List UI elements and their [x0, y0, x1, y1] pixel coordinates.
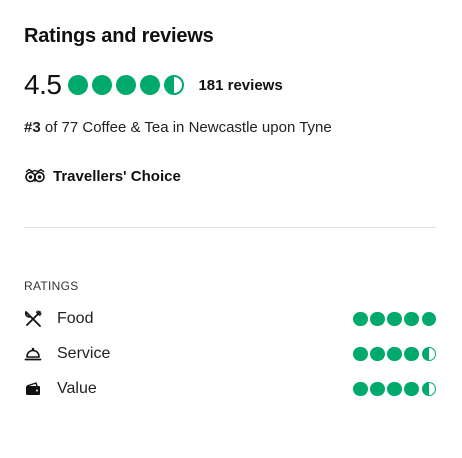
- travellers-choice-label: Travellers' Choice: [53, 167, 181, 185]
- rating-bubble: [116, 75, 137, 95]
- rating-bubble: [68, 75, 89, 95]
- rating-bubble: [353, 311, 368, 327]
- rating-bubble: [404, 381, 419, 397]
- food-bubble-rating: [351, 311, 436, 327]
- divider: [24, 227, 436, 228]
- value-bubble-rating: [351, 381, 436, 397]
- overall-bubble-rating: [68, 75, 188, 95]
- overall-rating: 4.5 181 reviews: [24, 69, 436, 101]
- ranking-text[interactable]: #3 of 77 Coffee & Tea in Newcastle upon …: [24, 118, 436, 138]
- rating-label: Service: [57, 345, 111, 362]
- travellers-choice-badge: Travellers' Choice: [24, 165, 436, 187]
- rating-row-food: Food: [24, 307, 436, 331]
- service-bubble-rating: [351, 346, 436, 362]
- utensils-icon: [24, 310, 42, 328]
- rating-row-value: Value: [24, 377, 436, 401]
- rating-bubble: [370, 311, 385, 327]
- rating-bubble: [404, 346, 419, 362]
- section-title: Ratings and reviews: [24, 25, 214, 47]
- rating-bubble: [140, 75, 161, 95]
- rating-bubble: [387, 311, 402, 327]
- rating-bubble: [421, 346, 436, 362]
- wallet-icon: [24, 380, 42, 398]
- rating-bubble: [387, 381, 402, 397]
- rating-bubble: [353, 381, 368, 397]
- bell-icon: [24, 345, 42, 363]
- rating-bubble: [370, 346, 385, 362]
- owl-icon: [24, 168, 46, 184]
- overall-score: 4.5: [24, 69, 62, 100]
- rating-label: Food: [57, 310, 94, 327]
- rating-bubble: [404, 311, 419, 327]
- rating-bubble: [387, 346, 402, 362]
- reviews-link[interactable]: 181 reviews: [198, 77, 282, 94]
- rating-bubble: [421, 381, 436, 397]
- rating-bubble: [92, 75, 113, 95]
- rank-description: of 77 Coffee & Tea in Newcastle upon Tyn…: [40, 119, 332, 136]
- rating-row-service: Service: [24, 342, 436, 366]
- rating-bubble: [353, 346, 368, 362]
- rating-bubble: [421, 311, 436, 327]
- ratings-heading: RATINGS: [24, 279, 79, 293]
- ratings-panel: Ratings and reviews 4.5 181 reviews #3 o…: [24, 22, 436, 401]
- rating-label: Value: [57, 380, 97, 397]
- rating-bubble: [164, 75, 185, 95]
- rating-bubble: [370, 381, 385, 397]
- rank-number: #3: [24, 119, 41, 136]
